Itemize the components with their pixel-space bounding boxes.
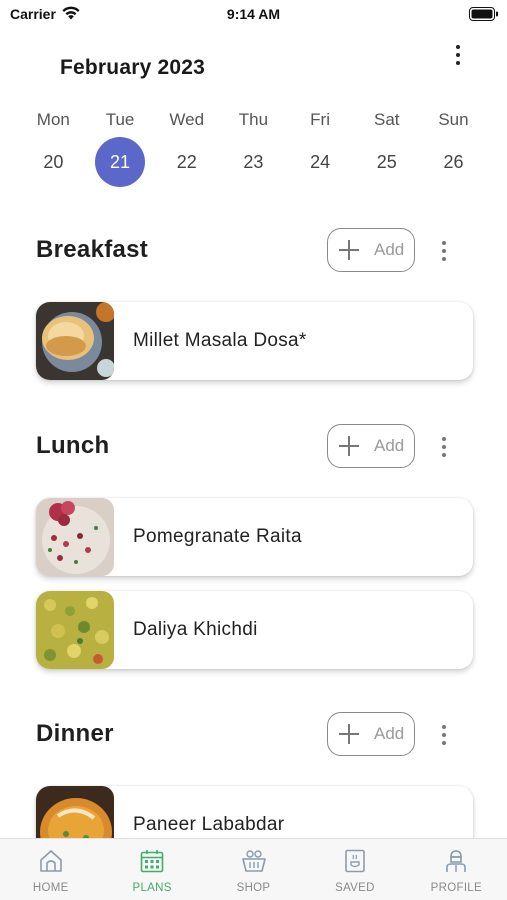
day-name: Sun bbox=[438, 110, 469, 129]
lunch-section-header: Lunch Add bbox=[36, 424, 476, 470]
tab-home[interactable]: HOME bbox=[0, 839, 101, 900]
day-name: Fri bbox=[310, 110, 330, 129]
cookbook-icon bbox=[345, 849, 365, 873]
day-number: 25 bbox=[376, 151, 397, 172]
tab-label: PROFILE bbox=[430, 882, 482, 894]
add-breakfast-button[interactable]: Add bbox=[327, 228, 415, 272]
tab-plans[interactable]: PLANS bbox=[101, 839, 202, 900]
battery-icon bbox=[469, 7, 498, 21]
tab-shop[interactable]: SHOP bbox=[203, 839, 304, 900]
day-number: 26 bbox=[443, 151, 464, 172]
tab-bar: HOME PLANS SHOP SAVED PROFILE bbox=[0, 838, 507, 900]
day-sun[interactable]: Sun 26 bbox=[420, 108, 487, 188]
breakfast-section-header: Breakfast Add bbox=[36, 228, 476, 274]
breakfast-more-icon[interactable] bbox=[434, 236, 454, 266]
tab-label: PLANS bbox=[132, 882, 172, 894]
add-label: Add bbox=[374, 436, 405, 455]
home-icon bbox=[39, 850, 62, 872]
recipe-name: Daliya Khichdi bbox=[133, 619, 258, 640]
recipe-name: Millet Masala Dosa* bbox=[133, 330, 307, 351]
day-tue-selected[interactable]: Tue 21 bbox=[87, 108, 154, 188]
day-name: Sat bbox=[374, 110, 400, 129]
basket-icon bbox=[241, 850, 266, 872]
chef-icon bbox=[446, 850, 467, 872]
dinner-more-icon[interactable] bbox=[434, 720, 454, 750]
day-name: Thu bbox=[238, 110, 269, 129]
day-fri[interactable]: Fri 24 bbox=[287, 108, 354, 188]
day-name: Wed bbox=[169, 110, 205, 129]
status-bar: Carrier 9:14 AM bbox=[0, 0, 507, 30]
add-label: Add bbox=[374, 724, 405, 743]
day-thu[interactable]: Thu 23 bbox=[220, 108, 287, 188]
section-title: Dinner bbox=[36, 720, 114, 747]
tab-profile[interactable]: PROFILE bbox=[406, 839, 507, 900]
tab-label: SHOP bbox=[236, 882, 271, 894]
more-options-icon[interactable] bbox=[446, 40, 470, 70]
day-name: Mon bbox=[36, 110, 70, 129]
day-name: Tue bbox=[105, 110, 135, 129]
recipe-thumbnail bbox=[36, 302, 114, 380]
recipe-card[interactable]: Millet Masala Dosa* bbox=[36, 302, 473, 380]
recipe-name: Pomegranate Raita bbox=[133, 526, 302, 547]
clock: 9:14 AM bbox=[226, 6, 281, 22]
month-title[interactable]: February 2023 bbox=[60, 56, 205, 80]
recipe-thumbnail bbox=[36, 591, 114, 669]
add-lunch-button[interactable]: Add bbox=[327, 424, 415, 468]
plus-icon bbox=[338, 239, 360, 261]
recipe-thumbnail bbox=[36, 498, 114, 576]
recipe-card[interactable]: Pomegranate Raita bbox=[36, 498, 473, 576]
tab-label: HOME bbox=[32, 882, 69, 894]
lunch-more-icon[interactable] bbox=[434, 432, 454, 462]
day-number: 23 bbox=[243, 151, 264, 172]
section-title: Lunch bbox=[36, 432, 110, 459]
day-number: 24 bbox=[310, 151, 331, 172]
day-wed[interactable]: Wed 22 bbox=[153, 108, 220, 188]
plus-icon bbox=[338, 435, 360, 457]
add-dinner-button[interactable]: Add bbox=[327, 712, 415, 756]
dinner-section-header: Dinner Add bbox=[36, 712, 476, 758]
add-label: Add bbox=[374, 240, 405, 259]
recipe-card[interactable]: Daliya Khichdi bbox=[36, 591, 473, 669]
day-sat[interactable]: Sat 25 bbox=[353, 108, 420, 188]
day-number: 20 bbox=[43, 151, 64, 172]
day-mon[interactable]: Mon 20 bbox=[20, 108, 87, 188]
calendar-icon bbox=[140, 850, 164, 873]
tab-saved[interactable]: SAVED bbox=[304, 839, 405, 900]
section-title: Breakfast bbox=[36, 236, 149, 263]
day-number: 22 bbox=[176, 151, 197, 172]
tab-label: SAVED bbox=[335, 882, 375, 894]
week-selector: Mon 20 Tue 21 Wed 22 Thu 23 Fri 24 Sat 2… bbox=[20, 108, 487, 188]
day-number: 21 bbox=[110, 151, 131, 172]
plus-icon bbox=[338, 723, 360, 745]
